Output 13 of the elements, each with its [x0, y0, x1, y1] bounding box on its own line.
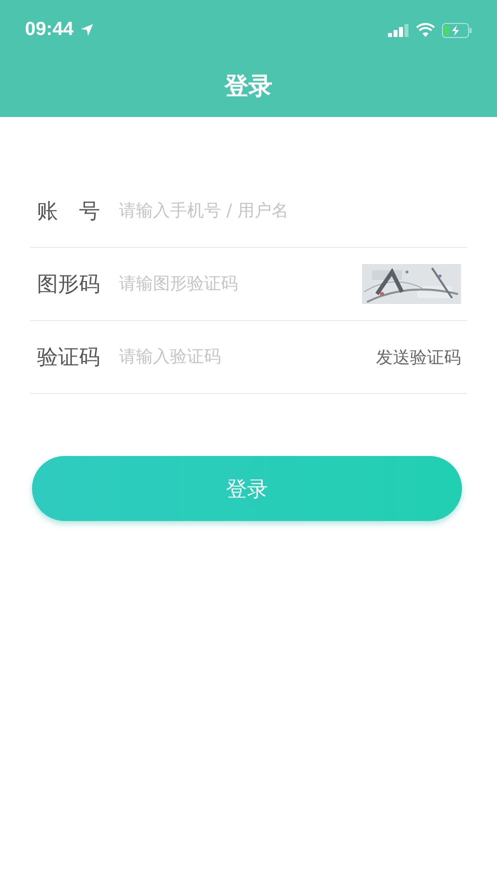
- input-field[interactable]: 请输图形验证码: [119, 274, 362, 294]
- battery-charging-icon: [442, 22, 472, 38]
- status-time: 09:44: [25, 19, 74, 41]
- location-arrow-icon: [80, 23, 94, 37]
- page-title: 登录: [224, 71, 272, 102]
- field-label: 图形码: [37, 271, 101, 298]
- input-field[interactable]: 请输入手机号 / 用户名: [119, 201, 461, 221]
- field-label: 账 号: [37, 198, 101, 225]
- signal-icon: [388, 24, 409, 36]
- input-field[interactable]: 请输入验证码: [119, 347, 376, 367]
- wifi-icon: [416, 23, 435, 37]
- send-code-link[interactable]: 发送验证码: [376, 346, 461, 368]
- field-label: 验证码: [37, 344, 101, 371]
